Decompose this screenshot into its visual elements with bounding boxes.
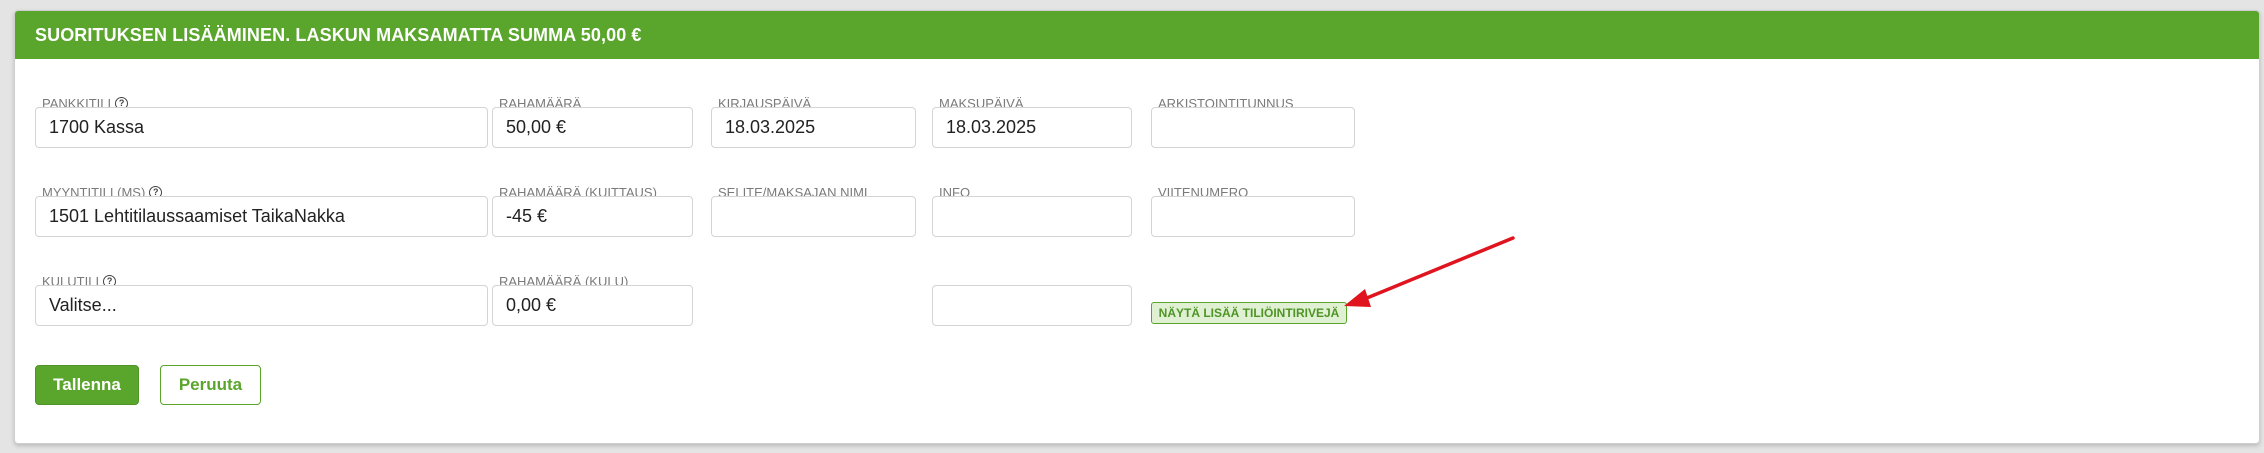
cancel-button[interactable]: Peruuta [160, 365, 261, 405]
amount-offset-input[interactable]: -45 € [492, 196, 693, 237]
payment-date-field: MAKSUPÄIVÄ 18.03.2025 [932, 96, 1132, 150]
sales-account-field: MYYNTITILI (MS) ? 1501 Lehtitilaussaamis… [35, 185, 488, 239]
booking-date-field: KIRJAUSPÄIVÄ 18.03.2025 [711, 96, 916, 150]
amount-expense-field: RAHAMÄÄRÄ (KULU) 0,00 € [492, 274, 693, 328]
bank-account-select[interactable]: 1700 Kassa [35, 107, 488, 148]
extra-field [932, 274, 1132, 328]
reference-input[interactable] [1151, 196, 1355, 237]
amount-field: RAHAMÄÄRÄ 50,00 € [492, 96, 693, 150]
info-field: INFO [932, 185, 1132, 239]
payer-name-field: SELITE/MAKSAJAN NIMI [711, 185, 916, 239]
reference-field: VIITENUMERO [1151, 185, 1355, 239]
expense-account-field: KULUTILI ? Valitse... [35, 274, 488, 328]
archive-id-field: ARKISTOINTITUNNUS [1151, 96, 1355, 150]
panel-title: SUORITUKSEN LISÄÄMINEN. LASKUN MAKSAMATT… [15, 11, 2259, 59]
extra-input[interactable] [932, 285, 1132, 326]
sales-account-select[interactable]: 1501 Lehtitilaussaamiset TaikaNakka [35, 196, 488, 237]
payment-date-input[interactable]: 18.03.2025 [932, 107, 1132, 148]
expense-account-select[interactable]: Valitse... [35, 285, 488, 326]
amount-offset-field: RAHAMÄÄRÄ (KUITTAUS) -45 € [492, 185, 693, 239]
archive-id-input[interactable] [1151, 107, 1355, 148]
show-more-rows-button[interactable]: NÄYTÄ LISÄÄ TILIÖINTIRIVEJÄ [1151, 302, 1347, 324]
save-button[interactable]: Tallenna [35, 365, 139, 405]
info-input[interactable] [932, 196, 1132, 237]
amount-input[interactable]: 50,00 € [492, 107, 693, 148]
bank-account-field: PANKKITILI ? 1700 Kassa [35, 96, 488, 150]
amount-expense-input[interactable]: 0,00 € [492, 285, 693, 326]
booking-date-input[interactable]: 18.03.2025 [711, 107, 916, 148]
payer-name-input[interactable] [711, 196, 916, 237]
payment-form-panel: SUORITUKSEN LISÄÄMINEN. LASKUN MAKSAMATT… [14, 10, 2260, 444]
